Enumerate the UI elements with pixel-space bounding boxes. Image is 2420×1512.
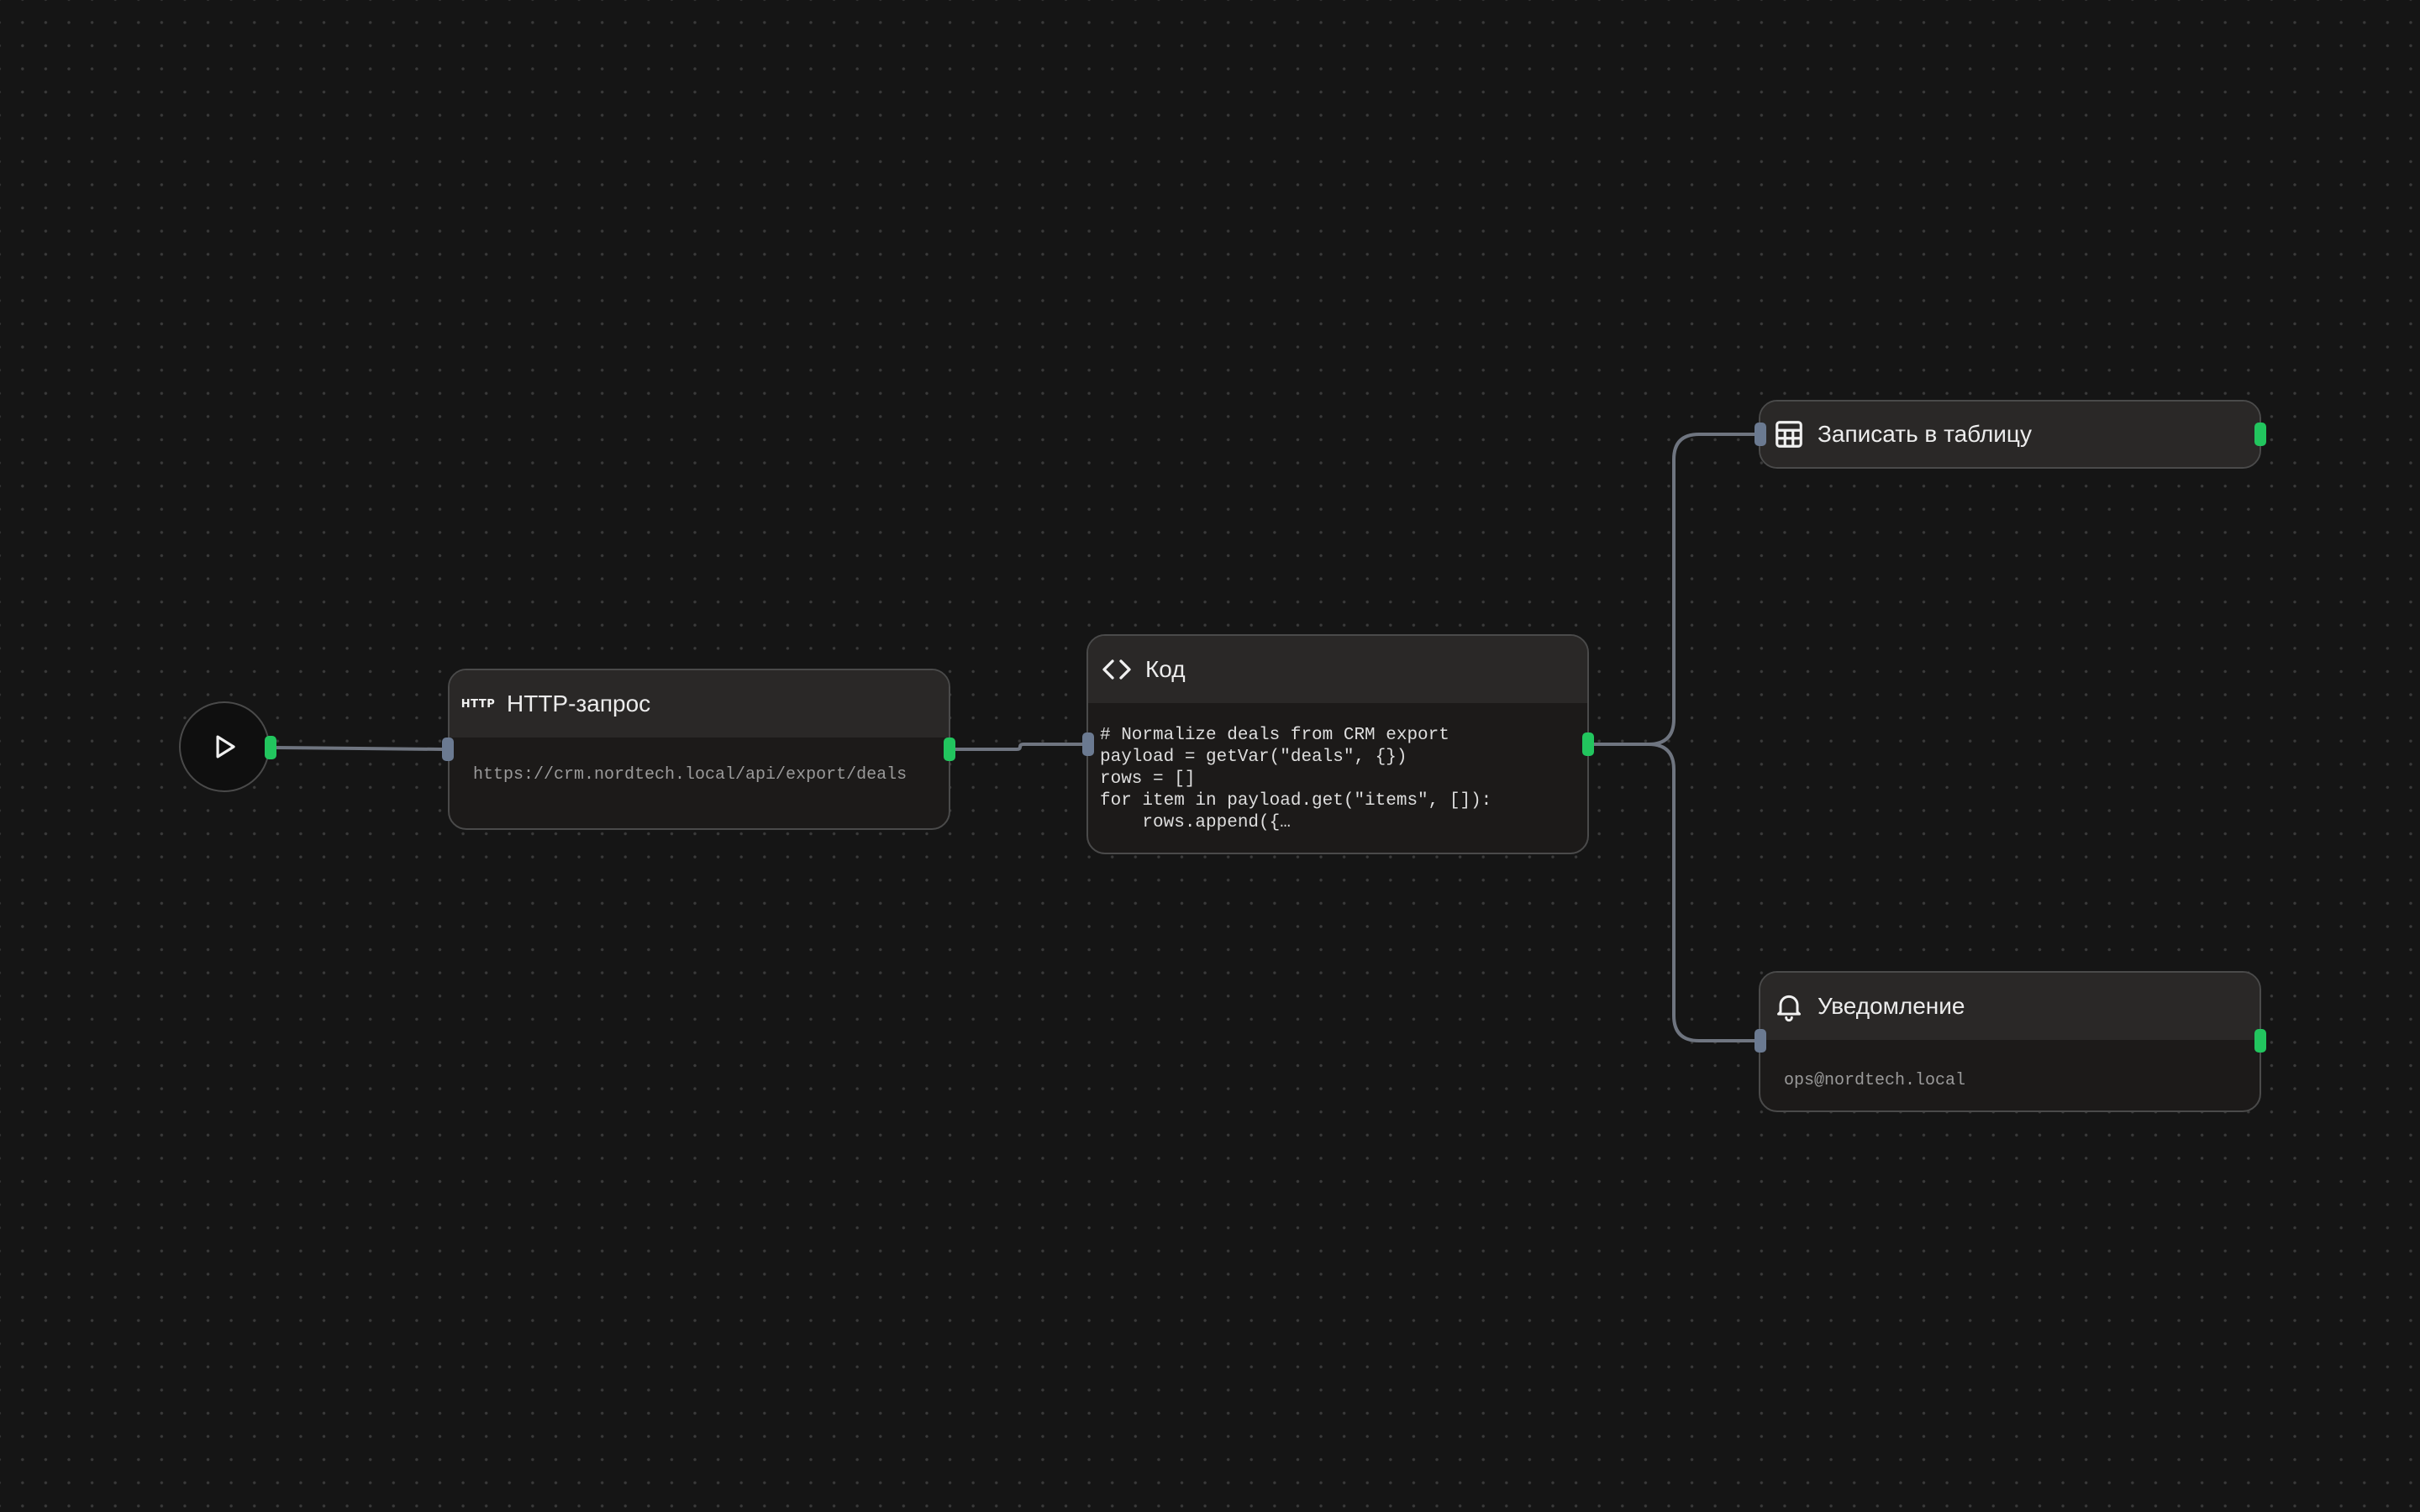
start-output-handle[interactable] — [265, 736, 276, 759]
http-request-node[interactable]: HTTP HTTP-запрос https://crm.nordtech.lo… — [448, 669, 950, 830]
code-brackets-icon — [1100, 653, 1134, 686]
http-badge-icon: HTTP — [460, 697, 496, 711]
notify-node-recipient: ops@nordtech.local — [1784, 1071, 1966, 1090]
sheet-input-handle[interactable] — [1754, 423, 1766, 446]
http-input-handle[interactable] — [442, 738, 454, 761]
table-icon — [1772, 417, 1806, 451]
http-output-handle[interactable] — [944, 738, 955, 761]
bell-icon — [1772, 990, 1806, 1023]
http-node-title: HTTP-запрос — [507, 690, 651, 717]
code-output-handle[interactable] — [1582, 732, 1594, 756]
sheet-output-handle[interactable] — [2254, 423, 2266, 446]
sheet-node-header[interactable]: Записать в таблицу — [1760, 402, 2260, 467]
notify-output-handle[interactable] — [2254, 1029, 2266, 1053]
code-node-preview: # Normalize deals from CRM export payloa… — [1100, 726, 1492, 832]
start-trigger-node[interactable] — [179, 701, 270, 792]
play-icon — [208, 730, 241, 764]
sheet-node-title: Записать в таблицу — [1818, 421, 2032, 447]
code-input-handle[interactable] — [1082, 732, 1094, 756]
code-node-title: Код — [1145, 656, 1186, 682]
http-node-header[interactable]: HTTP HTTP-запрос — [450, 670, 949, 738]
code-node[interactable]: Код # Normalize deals from CRM export pa… — [1086, 634, 1589, 854]
notify-input-handle[interactable] — [1754, 1029, 1766, 1053]
notify-node-title: Уведомление — [1818, 993, 1965, 1019]
write-to-sheet-node[interactable]: Записать в таблицу — [1759, 400, 2261, 469]
code-node-header[interactable]: Код — [1088, 636, 1587, 703]
http-node-url: https://crm.nordtech.local/api/export/de… — [473, 765, 908, 785]
notification-node[interactable]: Уведомление ops@nordtech.local — [1759, 971, 2261, 1112]
notify-node-header[interactable]: Уведомление — [1760, 973, 2260, 1040]
